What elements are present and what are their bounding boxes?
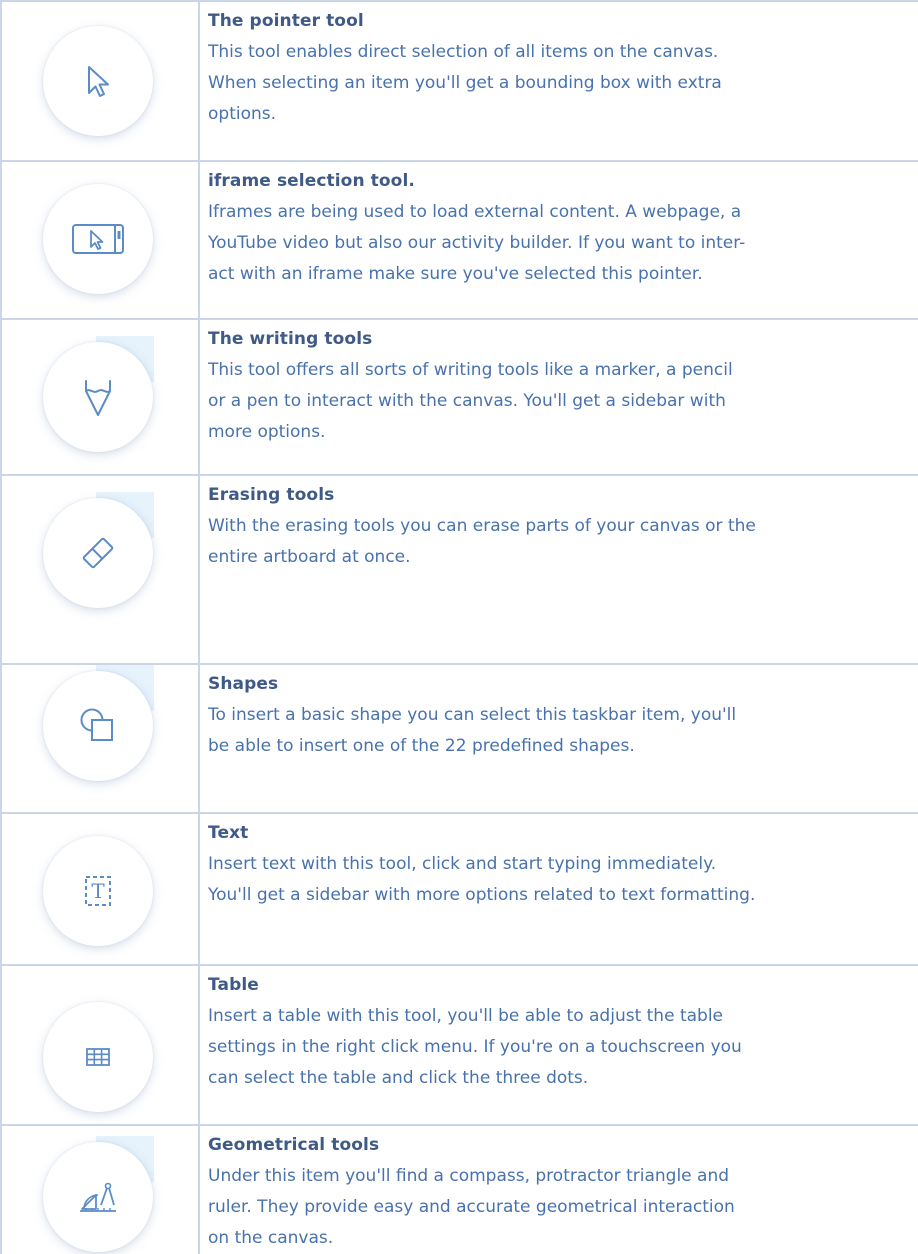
tool-description: This tool offers all sorts of writing to…: [208, 360, 733, 442]
writing-tool-icon-button[interactable]: [43, 342, 153, 452]
tools-table: The pointer tool This tool enables direc…: [0, 0, 918, 1254]
tool-title: Text: [208, 823, 249, 843]
shapes-tool-icon-button[interactable]: [43, 671, 153, 781]
tool-row-iframe: iframe selection tool. Iframes are being…: [0, 160, 918, 318]
tool-description: Under this item you'll find a compass, p…: [208, 1166, 735, 1248]
icon-cell: [2, 964, 198, 1124]
geometry-icon: [80, 1182, 116, 1212]
tool-row-table: Table Insert a table with this tool, you…: [0, 964, 918, 1124]
svg-text:T: T: [91, 879, 105, 903]
tool-text-cell: Geometrical tools Under this item you'll…: [208, 1133, 914, 1254]
tool-row-pointer: The pointer tool This tool enables direc…: [0, 0, 918, 160]
eraser-icon: [82, 537, 114, 569]
tool-text-cell: Erasing tools With the erasing tools you…: [208, 483, 914, 573]
tool-title: The pointer tool: [208, 11, 364, 31]
icon-cell: T: [2, 812, 198, 964]
tool-row-text: T Text Insert text with this tool, click…: [0, 812, 918, 964]
tool-text-cell: The writing tools This tool offers all s…: [208, 327, 914, 448]
tool-text-cell: iframe selection tool. Iframes are being…: [208, 169, 914, 290]
tool-text-cell: Text Insert text with this tool, click a…: [208, 821, 914, 911]
tool-description: Iframes are being used to load external …: [208, 202, 746, 284]
tool-row-erasing: Erasing tools With the erasing tools you…: [0, 474, 918, 663]
table-icon: [86, 1048, 110, 1066]
icon-cell: [2, 0, 198, 160]
icon-cell: [2, 318, 198, 474]
pointer-icon: [88, 66, 109, 97]
tool-description: Insert text with this tool, click and st…: [208, 854, 756, 905]
eraser-tool-icon-button[interactable]: [43, 498, 153, 608]
tool-description: To insert a basic shape you can select t…: [208, 705, 737, 756]
shapes-icon: [80, 708, 113, 741]
tool-description: With the erasing tools you can erase par…: [208, 516, 756, 567]
tool-description: This tool enables direct selection of al…: [208, 42, 722, 124]
tool-text-cell: Shapes To insert a basic shape you can s…: [208, 672, 914, 762]
tool-title: iframe selection tool.: [208, 171, 415, 191]
geometry-tool-icon-button[interactable]: [43, 1142, 153, 1252]
tool-title: Shapes: [208, 674, 279, 694]
tool-title: Geometrical tools: [208, 1135, 380, 1155]
icon-cell: [2, 474, 198, 663]
text-tool-icon-button[interactable]: T: [43, 836, 153, 946]
pen-icon: [85, 380, 111, 416]
tool-text-cell: The pointer tool This tool enables direc…: [208, 9, 914, 130]
tool-row-writing: The writing tools This tool offers all s…: [0, 318, 918, 474]
tool-description: Insert a table with this tool, you'll be…: [208, 1006, 742, 1088]
tool-title: The writing tools: [208, 329, 373, 349]
tool-title: Erasing tools: [208, 485, 335, 505]
icon-cell: [2, 1124, 198, 1254]
tool-row-shapes: Shapes To insert a basic shape you can s…: [0, 663, 918, 812]
iframe-tool-icon-button[interactable]: [43, 184, 153, 294]
tool-text-cell: Table Insert a table with this tool, you…: [208, 973, 914, 1094]
table-tool-icon-button[interactable]: [43, 1002, 153, 1112]
iframe-pointer-icon: [72, 224, 124, 254]
tool-row-geometry: Geometrical tools Under this item you'll…: [0, 1124, 918, 1254]
tool-title: Table: [208, 975, 259, 995]
icon-cell: [2, 663, 198, 812]
text-icon: T: [85, 876, 111, 906]
pointer-tool-icon-button[interactable]: [43, 26, 153, 136]
icon-cell: [2, 160, 198, 318]
